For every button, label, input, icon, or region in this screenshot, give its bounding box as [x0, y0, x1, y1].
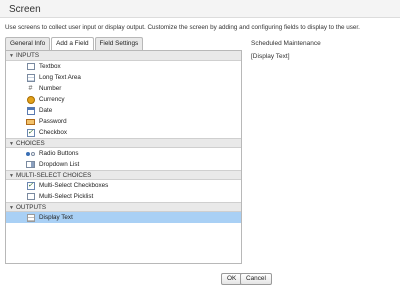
field-item-label: Long Text Area [39, 74, 81, 81]
field-item-date[interactable]: Date [6, 105, 241, 116]
chevron-down-icon: ▼ [9, 173, 14, 179]
section-inputs-header[interactable]: ▼ INPUTS [6, 51, 241, 61]
field-item-checkbox[interactable]: ✓ Checkbox [6, 127, 241, 138]
field-item-label: Display Text [39, 214, 73, 221]
tab-general-info[interactable]: General Info [5, 37, 51, 50]
password-icon [26, 117, 35, 126]
preview-display-text-field[interactable]: [Display Text] [251, 53, 290, 60]
field-item-radio-buttons[interactable]: Radio Buttons [6, 148, 241, 159]
number-hash-icon: # [28, 85, 33, 92]
checkbox-icon: ✓ [26, 128, 35, 137]
field-item-multi-select-checkboxes[interactable]: ✓ Multi-Select Checkboxes [6, 180, 241, 191]
section-inputs-label: INPUTS [16, 52, 40, 59]
field-item-display-text[interactable]: Display Text [6, 212, 241, 223]
tab-field-settings[interactable]: Field Settings [94, 37, 144, 50]
section-outputs-label: OUTPUTS [16, 204, 47, 211]
preview-screen-title: Scheduled Maintenance [251, 40, 321, 47]
screen-description: Use screens to collect user input or dis… [5, 24, 360, 31]
section-choices-header[interactable]: ▼ CHOICES [6, 138, 241, 148]
field-item-label: Checkbox [39, 129, 68, 136]
display-text-icon [26, 213, 35, 222]
field-item-number[interactable]: # Number [6, 83, 241, 94]
chevron-down-icon: ▼ [9, 141, 14, 147]
section-choices-label: CHOICES [16, 140, 45, 147]
window-title: Screen [9, 4, 41, 15]
dropdown-list-icon [26, 160, 35, 169]
tab-bar: General Info Add a Field Field Settings [5, 37, 144, 51]
radio-buttons-icon [26, 149, 35, 158]
field-item-long-text-area[interactable]: Long Text Area [6, 72, 241, 83]
long-text-area-icon [26, 73, 35, 82]
field-item-label: Radio Buttons [39, 150, 79, 157]
field-item-textbox[interactable]: Textbox [6, 61, 241, 72]
title-bar: Screen [0, 0, 400, 18]
section-multi-select-label: MULTI-SELECT CHOICES [16, 172, 92, 179]
field-palette-panel: ▼ INPUTS Textbox Long Text Area # Number … [5, 50, 242, 264]
field-item-label: Multi-Select Picklist [39, 193, 94, 200]
section-outputs-header[interactable]: ▼ OUTPUTS [6, 202, 241, 212]
multi-checkbox-icon: ✓ [26, 181, 35, 190]
field-item-label: Password [39, 118, 67, 125]
chevron-down-icon: ▼ [9, 205, 14, 211]
field-item-label: Currency [39, 96, 65, 103]
field-item-currency[interactable]: Currency [6, 94, 241, 105]
calendar-icon [26, 106, 35, 115]
field-item-multi-select-picklist[interactable]: Multi-Select Picklist [6, 191, 241, 202]
currency-coin-icon [26, 95, 35, 104]
field-item-label: Multi-Select Checkboxes [39, 182, 109, 189]
textbox-icon [26, 62, 35, 71]
cancel-button[interactable]: Cancel [240, 273, 272, 285]
field-item-label: Date [39, 107, 53, 114]
picklist-icon [26, 192, 35, 201]
field-item-label: Dropdown List [39, 161, 80, 168]
chevron-down-icon: ▼ [9, 53, 14, 59]
section-multi-select-header[interactable]: ▼ MULTI-SELECT CHOICES [6, 170, 241, 180]
field-item-label: Number [39, 85, 62, 92]
field-item-dropdown-list[interactable]: Dropdown List [6, 159, 241, 170]
field-item-label: Textbox [39, 63, 61, 70]
tab-add-a-field[interactable]: Add a Field [51, 37, 94, 51]
field-item-password[interactable]: Password [6, 116, 241, 127]
